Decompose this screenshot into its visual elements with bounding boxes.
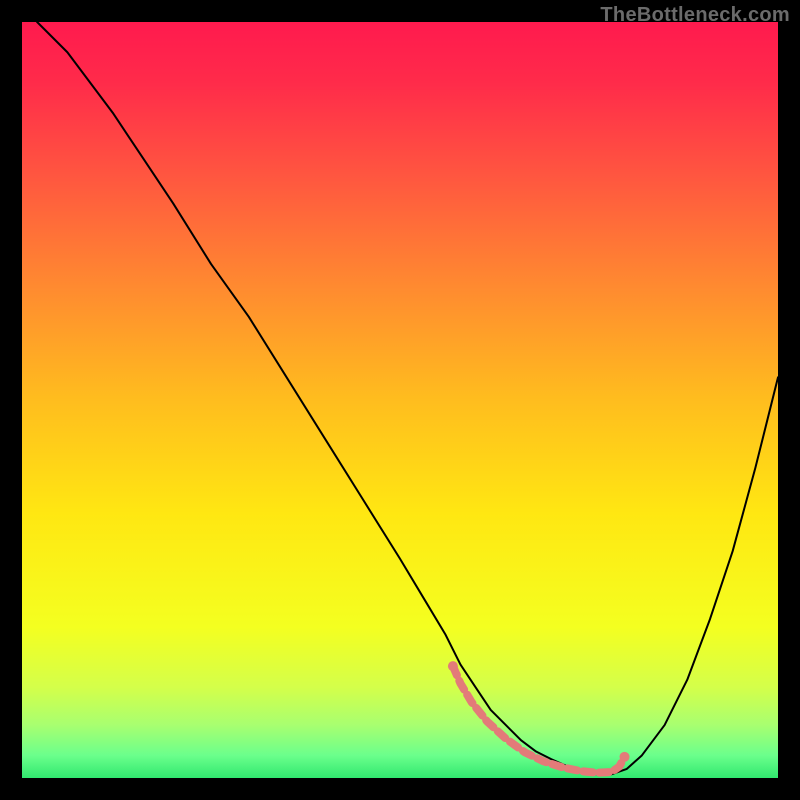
optimal-band-endpoint [448,661,458,671]
chart-container: TheBottleneck.com [0,0,800,800]
bottleneck-chart [22,22,778,778]
gradient-background [22,22,778,778]
optimal-band-endpoint [620,752,630,762]
